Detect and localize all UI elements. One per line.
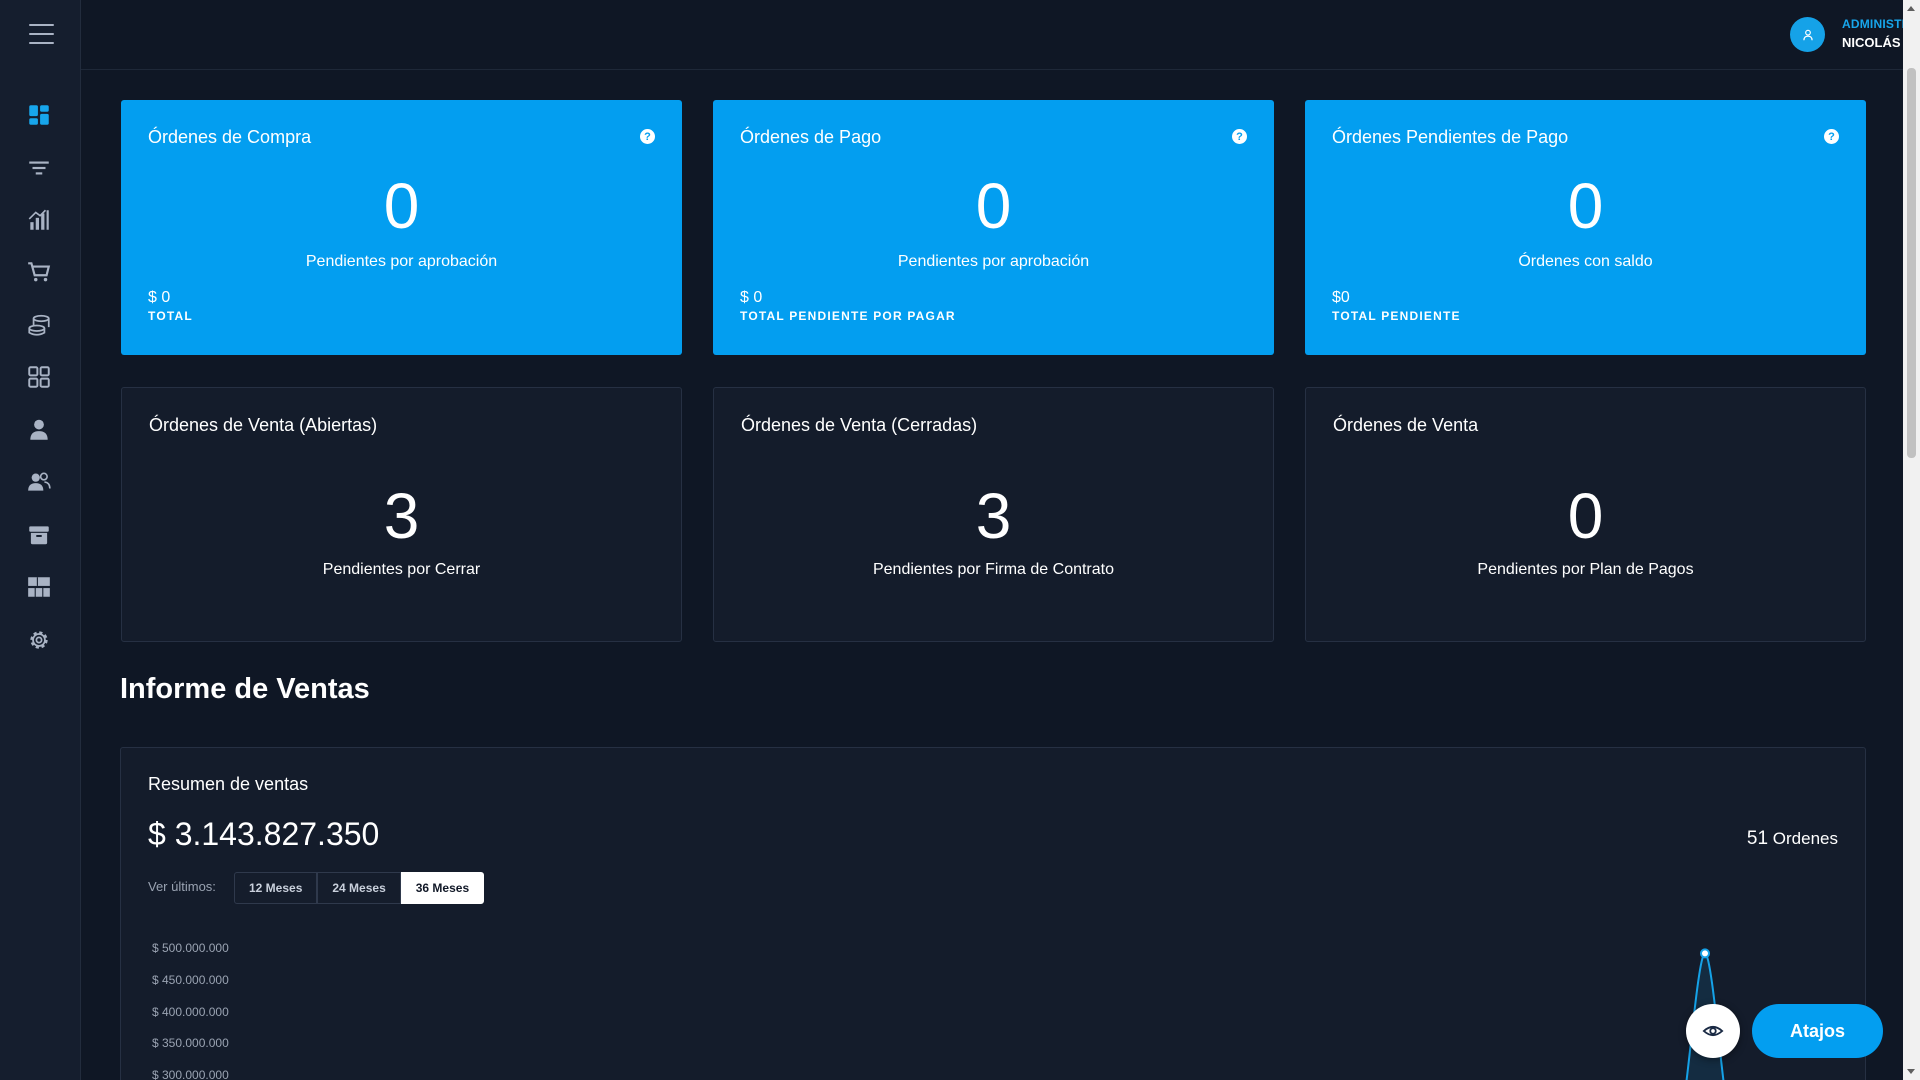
filter-icon[interactable]	[24, 153, 54, 183]
card-subtitle: Órdenes con saldo	[1518, 253, 1653, 270]
sales-line-chart	[1685, 948, 1725, 1080]
shortcuts-button[interactable]: Atajos	[1752, 1004, 1883, 1058]
card-subtitle: Pendientes por Cerrar	[322, 561, 481, 578]
card-value: 3	[975, 480, 1012, 552]
apps-icon[interactable]	[24, 362, 54, 392]
card-amount: $ 0	[148, 289, 171, 306]
grid-icon[interactable]	[24, 572, 54, 602]
sales-summary-panel: Resumen de ventas $ 3.143.827.350 51 Ord…	[120, 747, 1866, 1080]
user-name: NICOLÁS	[1842, 35, 1901, 50]
archive-icon[interactable]	[24, 520, 54, 550]
help-icon[interactable]: ?	[1232, 129, 1247, 144]
scroll-down-arrow-icon[interactable]	[1907, 1069, 1915, 1074]
sidebar	[0, 0, 81, 1080]
card-value: 0	[975, 170, 1012, 242]
card-amount-label: TOTAL PENDIENTE POR PAGAR	[740, 309, 956, 323]
user-icon	[1802, 29, 1813, 40]
page-scrollbar[interactable]	[1903, 0, 1920, 1080]
cart-icon[interactable]	[24, 257, 54, 287]
hamburger-icon[interactable]	[29, 24, 54, 44]
visibility-toggle-button[interactable]	[1686, 1004, 1740, 1058]
card-amount: $0	[1332, 289, 1350, 306]
section-title: Informe de Ventas	[120, 673, 370, 705]
card-title: Órdenes de Venta (Cerradas)	[741, 415, 978, 435]
users-icon[interactable]	[24, 467, 54, 497]
user-avatar[interactable]	[1790, 17, 1825, 52]
card-subtitle: Pendientes por aprobación	[305, 253, 498, 270]
card-title: Órdenes de Pago	[740, 127, 882, 147]
gear-icon[interactable]	[24, 625, 54, 655]
card-value: 0	[383, 170, 420, 242]
coins-icon[interactable]	[24, 310, 54, 340]
card-amount-label: TOTAL PENDIENTE	[1332, 309, 1461, 323]
card-subtitle: Pendientes por Plan de Pagos	[1477, 561, 1694, 578]
sales-peak-point	[1700, 948, 1710, 959]
card-title: Órdenes Pendientes de Pago	[1332, 127, 1569, 147]
eye-icon	[1702, 1025, 1724, 1037]
card-sales-closed: Órdenes de Venta (Cerradas) 3 Pendientes…	[713, 387, 1274, 642]
card-amount: $ 0	[740, 289, 763, 306]
dashboard-icon[interactable]	[24, 100, 54, 130]
scroll-up-arrow-icon[interactable]	[1907, 6, 1915, 11]
chart-icon[interactable]	[24, 205, 54, 235]
card-purchase-orders: Órdenes de Compra ? 0 Pendientes por apr…	[121, 100, 682, 355]
card-value: 0	[1567, 170, 1604, 242]
scroll-thumb[interactable]	[1907, 68, 1916, 458]
card-amount-label: TOTAL	[148, 309, 193, 323]
user-icon[interactable]	[24, 415, 54, 445]
card-sales-open: Órdenes de Venta (Abiertas) 3 Pendientes…	[121, 387, 682, 642]
card-value: 0	[1567, 480, 1604, 552]
card-value: 3	[383, 480, 420, 552]
card-title: Órdenes de Compra	[148, 127, 312, 147]
topbar: ADMINISTRADOR NICOLÁS	[81, 0, 1920, 70]
card-subtitle: Pendientes por aprobación	[897, 253, 1090, 270]
card-payment-orders: Órdenes de Pago ? 0 Pendientes por aprob…	[713, 100, 1274, 355]
card-pending-payment-orders: Órdenes Pendientes de Pago ? 0 Órdenes c…	[1305, 100, 1866, 355]
help-icon[interactable]: ?	[640, 129, 655, 144]
card-title: Órdenes de Venta (Abiertas)	[149, 415, 378, 435]
card-title: Órdenes de Venta	[1333, 415, 1479, 435]
card-subtitle: Pendientes por Firma de Contrato	[872, 561, 1114, 578]
help-icon[interactable]: ?	[1824, 129, 1839, 144]
card-sales-orders: Órdenes de Venta 0 Pendientes por Plan d…	[1305, 387, 1866, 642]
